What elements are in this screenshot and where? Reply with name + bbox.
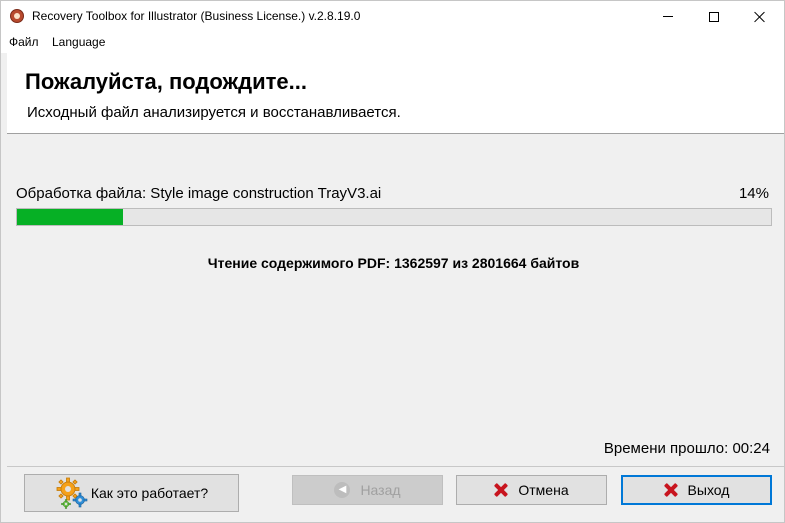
exit-button[interactable]: Выход: [621, 475, 772, 505]
menu-bar: Файл Language: [1, 32, 784, 53]
back-button[interactable]: ◀ Назад: [292, 475, 443, 505]
cancel-label: Отмена: [518, 482, 569, 498]
footer-divider: [7, 466, 784, 467]
back-arrow-icon: ◀: [334, 482, 351, 498]
window-title: Recovery Toolbox for Illustrator (Busine…: [32, 9, 361, 23]
maximize-button[interactable]: [691, 1, 737, 32]
progress-bar: [16, 208, 772, 226]
wizard-header: Пожалуйста, подождите... Исходный файл а…: [7, 53, 784, 134]
exit-x-icon: [664, 483, 678, 497]
gears-icon: [56, 477, 88, 509]
exit-label: Выход: [687, 482, 730, 498]
progress-percent: 14%: [738, 185, 769, 202]
close-window-button[interactable]: [737, 1, 783, 32]
cancel-button[interactable]: Отмена: [456, 475, 607, 505]
page-subtitle: Исходный файл анализируется и восстанавл…: [27, 104, 401, 121]
status-text: Чтение содержимого PDF: 1362597 из 28016…: [207, 255, 580, 271]
maximize-icon: [709, 11, 719, 22]
progress-bar-fill: [17, 209, 123, 225]
app-window: Recovery Toolbox for Illustrator (Busine…: [0, 0, 785, 523]
close-icon: [754, 11, 766, 23]
menu-language[interactable]: Language: [52, 35, 105, 49]
cancel-x-icon: [494, 483, 508, 497]
elapsed-time: Времени прошло: 00:24: [603, 440, 770, 457]
how-it-works-label: Как это работает?: [90, 485, 209, 501]
app-icon: [10, 9, 24, 23]
menu-file[interactable]: Файл: [9, 35, 39, 49]
back-label: Назад: [360, 482, 401, 498]
title-bar[interactable]: Recovery Toolbox for Illustrator (Busine…: [1, 1, 784, 32]
how-it-works-button[interactable]: Как это работает?: [24, 474, 239, 512]
minimize-icon: [663, 16, 673, 17]
page-title: Пожалуйста, подождите...: [25, 69, 307, 94]
processing-file-label: Обработка файла: Style image constructio…: [16, 185, 382, 202]
minimize-button[interactable]: [645, 1, 691, 32]
